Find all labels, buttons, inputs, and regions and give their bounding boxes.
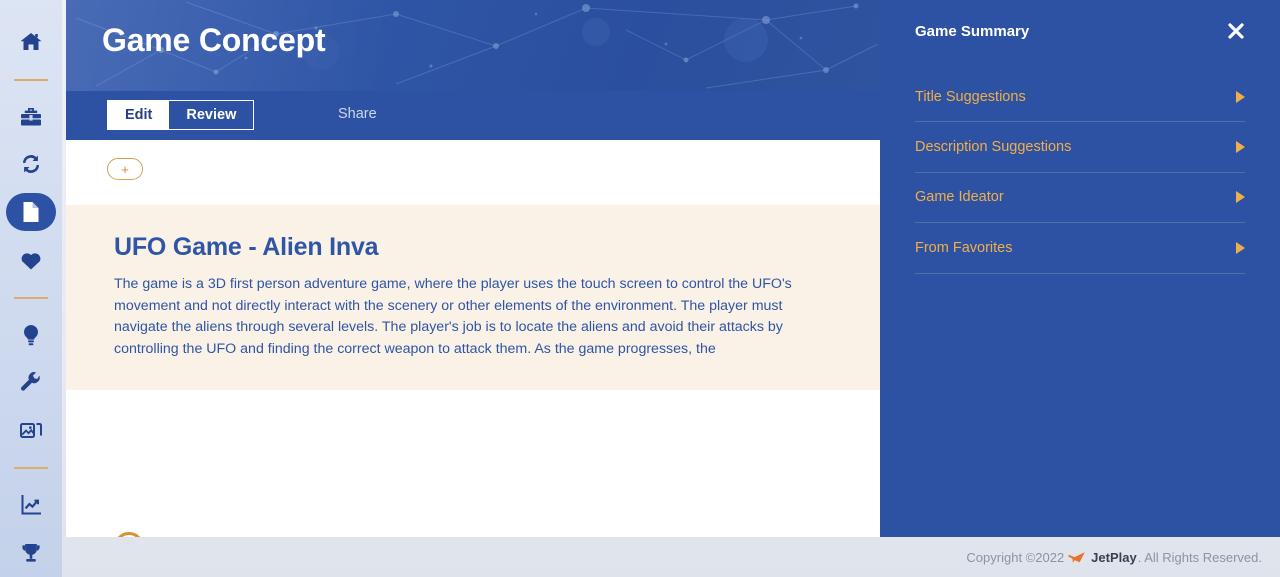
tab-review[interactable]: Review — [169, 101, 253, 129]
home-icon — [19, 30, 43, 54]
sidebar-item-sync[interactable] — [8, 146, 54, 184]
panel-item-description-suggestions[interactable]: Description Suggestions — [915, 122, 1245, 173]
app-root: Game Concept Edit Review Share + UFO Gam… — [0, 0, 1280, 577]
tab-bar: Edit Review Share — [66, 91, 880, 140]
footer-rights: . All Rights Reserved. — [1137, 549, 1262, 565]
images-icon — [19, 419, 43, 441]
content-area: + UFO Game - Alien Inva The game is a 3D… — [66, 140, 880, 537]
panel-title: Game Summary — [915, 23, 1030, 40]
page-title: Game Concept — [102, 22, 326, 58]
sidebar-divider — [14, 467, 48, 470]
sidebar-item-ideas[interactable] — [8, 316, 54, 354]
chevron-right-icon — [1236, 241, 1245, 254]
tab-edit[interactable]: Edit — [108, 101, 170, 129]
chevron-right-icon — [1236, 90, 1245, 103]
sidebar-item-toolbox[interactable] — [8, 98, 54, 136]
heart-icon — [19, 249, 43, 271]
footer: Copyright ©2022 JetPlay . All Rights Res… — [0, 537, 1280, 577]
sidebar-item-documents[interactable] — [6, 193, 56, 232]
sidebar-item-media[interactable] — [8, 412, 54, 450]
chevron-right-icon — [1236, 191, 1245, 204]
sidebar-divider — [14, 78, 48, 81]
concept-title: UFO Game - Alien Inva — [114, 233, 379, 261]
panel-item-label: Title Suggestions — [915, 88, 1026, 105]
document-icon — [20, 200, 42, 224]
refresh-icon — [19, 152, 43, 176]
panel-item-label: Game Ideator — [915, 189, 1004, 206]
sidebar-item-favorites[interactable] — [8, 241, 54, 279]
panel-item-from-favorites[interactable]: From Favorites — [915, 223, 1245, 274]
panel-item-game-ideator[interactable]: Game Ideator — [915, 173, 1245, 224]
tab-group: Edit Review — [107, 100, 255, 130]
sidebar — [0, 0, 62, 577]
toolbox-icon — [19, 105, 43, 129]
sidebar-item-tools[interactable] — [8, 364, 54, 402]
lightbulb-icon — [20, 323, 42, 347]
sidebar-divider — [14, 296, 48, 299]
concept-body-text: The game is a 3D first person adventure … — [114, 276, 792, 357]
chevron-right-icon — [1236, 141, 1245, 154]
close-icon[interactable] — [1225, 20, 1247, 42]
game-summary-panel: Game Summary Title Suggestions Descripti… — [880, 0, 1280, 537]
panel-item-label: From Favorites — [915, 239, 1013, 256]
panel-item-title-suggestions[interactable]: Title Suggestions — [915, 72, 1245, 123]
page-header: Game Concept — [66, 0, 880, 91]
concept-card: UFO Game - Alien Inva The game is a 3D f… — [66, 205, 880, 390]
footer-brand: JetPlay — [1091, 549, 1137, 565]
sidebar-item-home[interactable] — [8, 23, 54, 61]
chart-line-icon — [19, 493, 43, 517]
sidebar-item-analytics[interactable] — [8, 486, 54, 524]
tab-share[interactable]: Share — [338, 100, 377, 128]
wrench-icon — [19, 371, 43, 395]
jet-icon — [1068, 551, 1085, 564]
footer-copyright: Copyright ©2022 — [966, 549, 1065, 565]
sidebar-item-awards[interactable] — [8, 534, 54, 572]
panel-item-label: Description Suggestions — [915, 139, 1072, 156]
add-section-top-button[interactable]: + — [107, 158, 143, 180]
trophy-icon — [19, 541, 43, 565]
panel-list: Title Suggestions Description Suggestion… — [915, 72, 1245, 274]
